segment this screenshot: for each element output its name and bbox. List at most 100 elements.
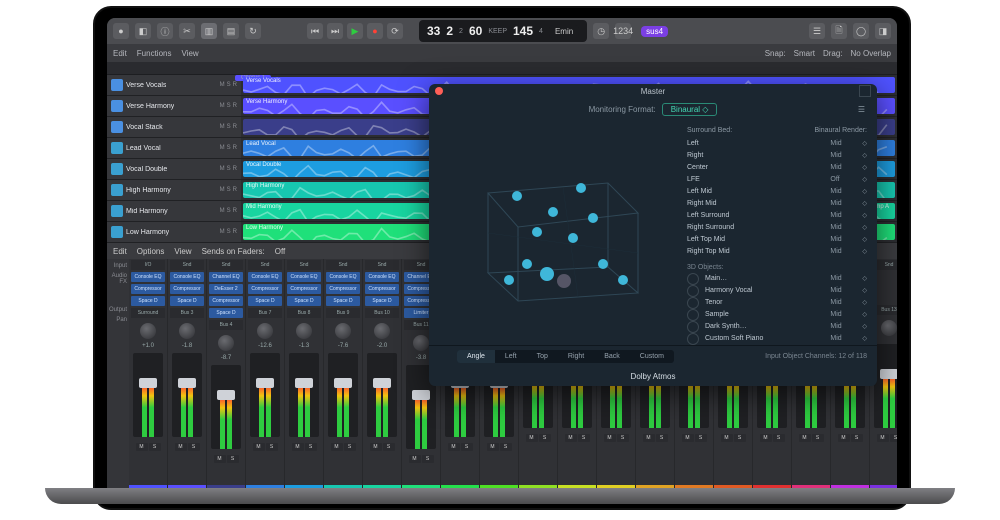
plugin-slot[interactable]: Space D bbox=[287, 296, 321, 306]
inspector-icon[interactable]: ⓘ bbox=[157, 23, 173, 39]
solo-button[interactable]: S bbox=[617, 434, 629, 442]
output-slot[interactable]: Bus 8 bbox=[287, 308, 321, 318]
fader-cap[interactable] bbox=[880, 369, 897, 379]
object-active-icon[interactable] bbox=[687, 333, 699, 345]
track-header[interactable]: Vocal Double MSR bbox=[107, 159, 241, 179]
plugin-slot[interactable]: Console EQ bbox=[170, 272, 204, 282]
io-label[interactable]: Snd bbox=[170, 260, 204, 270]
menu-view[interactable]: View bbox=[181, 49, 198, 58]
plugin-slot[interactable]: Space D bbox=[248, 296, 282, 306]
bed-render-value[interactable]: Mid bbox=[830, 236, 856, 243]
bed-channel-row[interactable]: Left MidMid◇ bbox=[687, 186, 867, 198]
mute-button[interactable]: M bbox=[331, 443, 343, 451]
object-render-value[interactable]: Mid bbox=[830, 323, 856, 330]
count-in-icon[interactable]: 1234 bbox=[615, 23, 631, 39]
object-render-value[interactable]: Mid bbox=[830, 299, 856, 306]
io-label[interactable]: Snd bbox=[287, 260, 321, 270]
rewind-button[interactable]: ⏮ bbox=[307, 23, 323, 39]
mix-edit[interactable]: Edit bbox=[113, 247, 127, 256]
solo-button[interactable]: S bbox=[851, 434, 863, 442]
track-header[interactable]: Vocal Stack MSR bbox=[107, 117, 241, 137]
mute-button[interactable]: M bbox=[526, 434, 538, 442]
drag-value[interactable]: No Overlap bbox=[851, 49, 891, 58]
bed-render-value[interactable]: Mid bbox=[830, 248, 856, 255]
mute-button[interactable]: M bbox=[799, 434, 811, 442]
fader-cap[interactable] bbox=[412, 390, 430, 400]
object-render-value[interactable]: Mid bbox=[830, 275, 856, 282]
plugin-slot[interactable]: Console EQ bbox=[287, 272, 321, 282]
plugin-slot[interactable]: Console EQ bbox=[365, 272, 399, 282]
fader-cap[interactable] bbox=[178, 378, 196, 388]
bed-render-value[interactable]: Off bbox=[830, 176, 856, 183]
plugin-slot[interactable]: Compressor bbox=[365, 284, 399, 294]
fader[interactable] bbox=[367, 353, 397, 437]
solo-button[interactable]: S bbox=[188, 443, 200, 451]
fader[interactable] bbox=[328, 353, 358, 437]
pan-knob[interactable] bbox=[179, 323, 195, 339]
track-header[interactable]: Verse Harmony MSR bbox=[107, 96, 241, 116]
fader[interactable] bbox=[211, 365, 241, 449]
solo-button[interactable]: S bbox=[812, 434, 824, 442]
mute-button[interactable]: M bbox=[643, 434, 655, 442]
bed-channel-row[interactable]: RightMid◇ bbox=[687, 150, 867, 162]
fader[interactable] bbox=[133, 353, 163, 437]
plugin-slot[interactable]: Console EQ bbox=[326, 272, 360, 282]
plugin-slot[interactable]: Compressor bbox=[170, 284, 204, 294]
bed-channel-row[interactable]: CenterMid◇ bbox=[687, 162, 867, 174]
solo-button[interactable]: S bbox=[149, 443, 161, 451]
mute-button[interactable]: M bbox=[175, 443, 187, 451]
plugin-slot[interactable]: Compressor bbox=[248, 284, 282, 294]
fader[interactable] bbox=[172, 353, 202, 437]
solo-button[interactable]: S bbox=[890, 434, 897, 442]
editors-icon[interactable]: ▤ bbox=[223, 23, 239, 39]
object-row[interactable]: Custom Soft PianoMid◇ bbox=[687, 333, 867, 345]
io-label[interactable]: Snd bbox=[326, 260, 360, 270]
pan-knob[interactable] bbox=[218, 335, 234, 351]
solo-button[interactable]: S bbox=[578, 434, 590, 442]
view-tab[interactable]: Top bbox=[527, 350, 558, 363]
fader-cap[interactable] bbox=[373, 378, 391, 388]
track-header[interactable]: Lead Vocal MSR bbox=[107, 138, 241, 158]
mute-button[interactable]: M bbox=[565, 434, 577, 442]
object-row[interactable]: Harmony VocalMid◇ bbox=[687, 285, 867, 297]
pan-knob[interactable] bbox=[881, 320, 897, 336]
mute-button[interactable]: M bbox=[292, 443, 304, 451]
mute-button[interactable]: M bbox=[448, 443, 460, 451]
loop-icon[interactable]: ↻ bbox=[245, 23, 261, 39]
pan-knob[interactable] bbox=[413, 335, 429, 351]
solo-button[interactable]: S bbox=[539, 434, 551, 442]
bed-channel-row[interactable]: LFEOff◇ bbox=[687, 174, 867, 186]
bed-channel-row[interactable]: LeftMid◇ bbox=[687, 138, 867, 150]
list-menu-icon[interactable]: ☰ bbox=[858, 105, 865, 114]
pan-knob[interactable] bbox=[257, 323, 273, 339]
menu-functions[interactable]: Functions bbox=[137, 49, 172, 58]
object-render-value[interactable]: Mid bbox=[830, 311, 856, 318]
library-icon[interactable]: ◧ bbox=[135, 23, 151, 39]
plugin-slot[interactable]: Space D bbox=[209, 308, 243, 318]
solo-button[interactable]: S bbox=[383, 443, 395, 451]
plugin-slot[interactable]: Compressor bbox=[326, 284, 360, 294]
snap-value[interactable]: Smart bbox=[794, 49, 815, 58]
view-tab[interactable]: Right bbox=[558, 350, 594, 363]
plugin-slot[interactable]: Console EQ bbox=[248, 272, 282, 282]
atmos-titlebar[interactable]: Master bbox=[429, 84, 877, 99]
plugin-slot[interactable]: Compressor bbox=[131, 284, 165, 294]
timeline-ruler[interactable] bbox=[107, 62, 897, 75]
mute-button[interactable]: M bbox=[760, 434, 772, 442]
mute-button[interactable]: M bbox=[682, 434, 694, 442]
play-button[interactable]: ▶ bbox=[347, 23, 363, 39]
bed-channel-row[interactable]: Right MidMid◇ bbox=[687, 198, 867, 210]
io-label[interactable]: Snd bbox=[248, 260, 282, 270]
object-row[interactable]: Main…Mid◇ bbox=[687, 273, 867, 285]
fader-cap[interactable] bbox=[217, 390, 235, 400]
plugin-slot[interactable]: Console EQ bbox=[131, 272, 165, 282]
fader-cap[interactable] bbox=[334, 378, 352, 388]
object-active-icon[interactable] bbox=[687, 321, 699, 333]
object-row[interactable]: SampleMid◇ bbox=[687, 309, 867, 321]
plugin-slot[interactable]: Space D bbox=[170, 296, 204, 306]
mixer-toggle-icon[interactable]: ▥ bbox=[201, 23, 217, 39]
plugin-slot[interactable]: Compressor bbox=[287, 284, 321, 294]
solo-button[interactable]: S bbox=[734, 434, 746, 442]
solo-button[interactable]: S bbox=[461, 443, 473, 451]
notes-icon[interactable]: 🗎 bbox=[831, 23, 847, 39]
